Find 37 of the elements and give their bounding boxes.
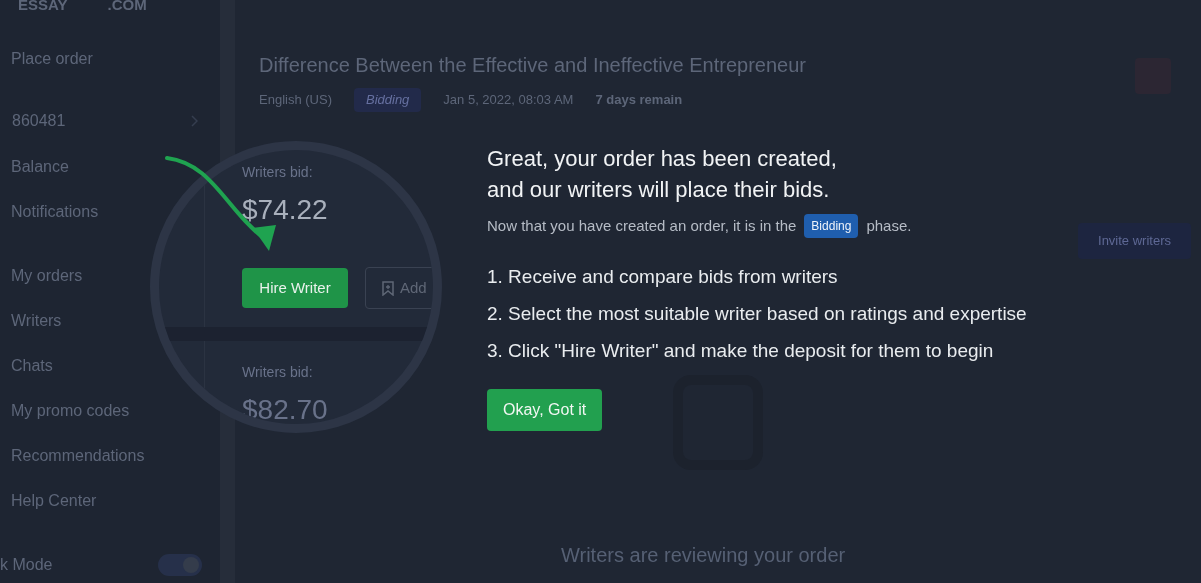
nav-link[interactable]: My promo codes: [11, 399, 130, 423]
order-date: Jan 5, 2022, 08:03 AM: [443, 91, 574, 109]
nav-link[interactable]: Help Center: [11, 489, 97, 513]
step-text: 1. Receive and compare bids from writers: [487, 265, 839, 289]
status-badge: Bidding: [353, 88, 422, 112]
intro-text: phase.: [866, 215, 912, 236]
account-row[interactable]: 860481: [0, 109, 220, 133]
bid-amount: $74.22: [242, 193, 328, 227]
intro-text: Now that you have created an order, it is in the: [487, 215, 797, 236]
bookmark-icon: [382, 280, 394, 296]
step-text: 3. Click "Hire Writer" and make the deposit for them to begin: [487, 339, 995, 363]
empty-state-text: Writers are reviewing your order: [561, 543, 846, 568]
language-label: English (US): [259, 91, 332, 109]
add-button[interactable]: Add: [365, 267, 433, 309]
logo-text: ESSAY: [18, 0, 68, 14]
nav-link[interactable]: Chats: [11, 354, 53, 378]
invite-button[interactable]: Invite writers: [1078, 223, 1191, 259]
nav-link[interactable]: Writers: [11, 309, 62, 333]
nav-link[interactable]: Notifications: [11, 200, 99, 224]
toggle-label: k Mode: [0, 555, 53, 575]
bid-label: Writers bid:: [242, 363, 313, 382]
step-text: 2. Select the most suitable writer based on ratings and expertise: [487, 302, 1028, 326]
nav-link[interactable]: Place order: [11, 47, 93, 71]
time-left: 7 days remain: [595, 91, 683, 109]
nav-link[interactable]: Balance: [11, 155, 69, 179]
modal-title: Great, your order has been created, and our writers will place their bids.: [487, 145, 838, 204]
chevron-icon: [190, 115, 198, 127]
toggle-switch[interactable]: [158, 554, 202, 576]
ok-button[interactable]: Okay, Got it: [487, 389, 603, 431]
logo-text: .COM: [107, 0, 147, 14]
bid-label: Writers bid:: [242, 163, 313, 182]
order-title: Difference Between the Effective and Ineffective Entrepreneur: [259, 53, 806, 78]
nav-link[interactable]: Recommendations: [11, 444, 145, 468]
nav-link[interactable]: My orders: [11, 264, 83, 288]
account-id: 860481: [12, 111, 66, 131]
status-badge: Bidding: [804, 214, 859, 238]
hire-writer-button[interactable]: Hire Writer: [242, 268, 348, 308]
